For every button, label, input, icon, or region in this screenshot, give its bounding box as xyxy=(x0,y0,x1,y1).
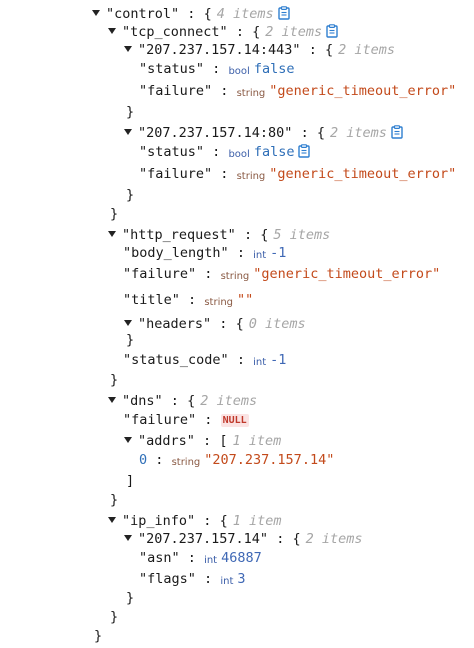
tree-node-addrs: "addrs" : [1 item xyxy=(124,431,281,451)
caret-down-icon[interactable] xyxy=(124,535,132,541)
type-label: string xyxy=(236,171,266,182)
item-count: 4 items xyxy=(216,6,274,22)
caret-down-icon[interactable] xyxy=(108,517,116,523)
caret-down-icon[interactable] xyxy=(108,397,116,403)
field-asn: "asn" : int 46887 xyxy=(139,550,262,566)
type-label: string xyxy=(236,88,266,99)
clipboard-icon[interactable] xyxy=(298,144,311,164)
closing-bracket: ] xyxy=(126,473,135,489)
string-value: "" xyxy=(237,292,254,308)
type-label: int xyxy=(220,576,234,587)
item-count: 2 items xyxy=(338,42,396,58)
type-label: string xyxy=(171,457,201,468)
tree-node-ip: "207.237.157.14" : {2 items xyxy=(124,529,363,549)
item-count: 1 item xyxy=(232,513,282,529)
string-value: "generic_timeout_error" xyxy=(269,83,457,99)
caret-down-icon[interactable] xyxy=(124,437,132,443)
caret-down-icon[interactable] xyxy=(108,28,116,34)
item-count: 2 items xyxy=(330,125,387,141)
field-status: "status" : bool false xyxy=(139,61,295,77)
caret-down-icon[interactable] xyxy=(124,46,132,52)
caret-down-icon[interactable] xyxy=(124,129,132,135)
item-count: 0 items xyxy=(248,316,306,332)
string-value: "207.237.157.14" xyxy=(204,452,335,468)
bool-value: false xyxy=(253,61,295,77)
field-flags: "flags" : int 3 xyxy=(139,571,246,587)
type-label: bool xyxy=(228,149,250,160)
type-label: int xyxy=(204,555,218,566)
tree-node-tcp-80: "207.237.157.14:80" : {2 items xyxy=(124,123,403,143)
field-status-code: "status_code" : int -1 xyxy=(123,352,287,368)
null-badge: NULL xyxy=(220,414,249,427)
type-label: int xyxy=(253,357,267,368)
number-value: 3 xyxy=(237,571,246,587)
item-count: 1 item xyxy=(232,433,282,449)
bool-value: false xyxy=(253,144,295,160)
tree-node-tcp-connect: "tcp_connect" : {2 items xyxy=(108,22,338,42)
closing-brace: } xyxy=(126,187,135,203)
array-index: 0 xyxy=(139,452,148,468)
item-count: 2 items xyxy=(265,24,323,40)
item-count: 2 items xyxy=(305,531,363,547)
array-item: 0 : string "207.237.157.14" xyxy=(139,452,335,468)
string-value: "generic_timeout_error" xyxy=(253,266,441,282)
tree-node-control: "control" : {4 items xyxy=(92,4,290,24)
field-title: "title" : string "" xyxy=(123,292,254,308)
closing-brace: } xyxy=(126,332,135,348)
clipboard-icon[interactable] xyxy=(391,125,403,145)
field-failure: "failure" : string "generic_timeout_error… xyxy=(139,83,457,99)
item-count: 2 items xyxy=(200,393,258,409)
tree-node-dns: "dns" : {2 items xyxy=(108,391,257,411)
closing-brace: } xyxy=(110,372,119,388)
field-status: "status" : bool false xyxy=(139,142,311,164)
caret-down-icon[interactable] xyxy=(124,320,132,326)
closing-brace: } xyxy=(110,206,119,222)
caret-down-icon[interactable] xyxy=(92,10,100,16)
type-label: string xyxy=(204,297,234,308)
closing-brace: } xyxy=(126,104,135,120)
field-failure: "failure" : NULL xyxy=(123,412,249,428)
tree-node-http-request: "http_request" : {5 items xyxy=(108,225,330,245)
tree-node-tcp-443: "207.237.157.14:443" : {2 items xyxy=(124,40,395,60)
field-failure: "failure" : string "generic_timeout_error… xyxy=(123,266,441,282)
closing-brace: } xyxy=(110,609,119,625)
string-value: "generic_timeout_error" xyxy=(269,166,457,182)
closing-brace: } xyxy=(110,492,119,508)
caret-down-icon[interactable] xyxy=(108,231,116,237)
number-value: -1 xyxy=(270,245,287,261)
item-count: 5 items xyxy=(273,227,331,243)
tree-node-headers: "headers" : {0 items xyxy=(124,314,306,334)
tree-node-ip-info: "ip_info" : {1 item xyxy=(108,511,282,531)
field-body-length: "body_length" : int -1 xyxy=(123,245,287,261)
number-value: -1 xyxy=(270,352,287,368)
type-label: string xyxy=(220,271,250,282)
closing-brace: } xyxy=(126,590,135,606)
node-key: "control" xyxy=(106,6,180,22)
type-label: int xyxy=(253,250,267,261)
number-value: 46887 xyxy=(221,550,262,566)
type-label: bool xyxy=(228,66,250,77)
field-failure: "failure" : string "generic_timeout_error… xyxy=(139,166,457,182)
closing-brace: } xyxy=(94,628,103,644)
